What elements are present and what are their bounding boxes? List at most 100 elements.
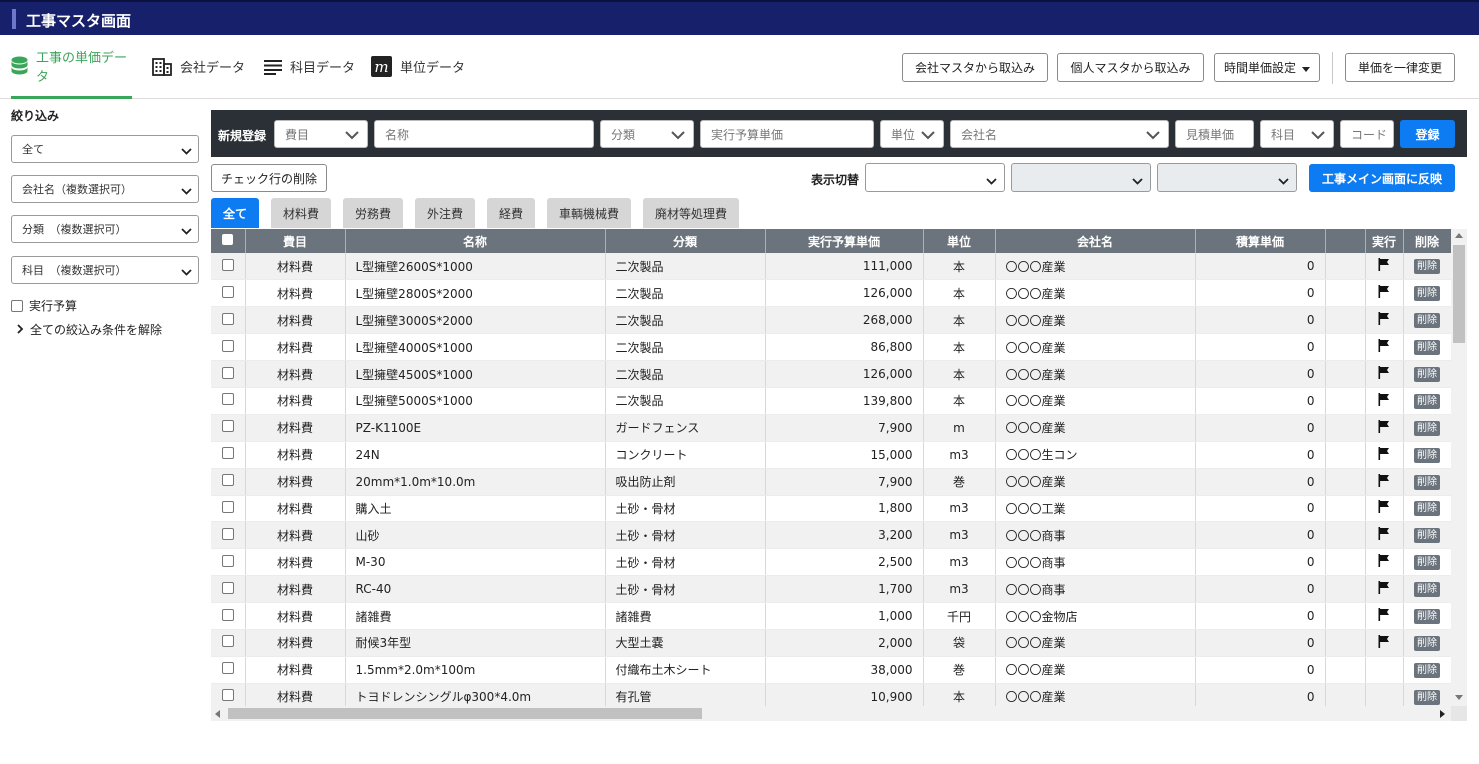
row-checkbox[interactable] (221, 635, 234, 648)
category-select[interactable]: 分類 (600, 120, 694, 148)
cat-tab-waste-disposal[interactable]: 廃材等処理費 (643, 198, 739, 228)
row-delete-button[interactable]: 削除 (1414, 286, 1440, 302)
clear-filters-link[interactable]: 全ての絞込み条件を解除 (17, 321, 162, 338)
filter-subject-select[interactable]: 科目 （複数選択可） (11, 256, 199, 284)
table-row[interactable]: 材料費 L型擁壁2600S*1000 二次製品 111,000 本〇〇〇産業 0 削除 (211, 253, 1452, 281)
horizontal-scroll-thumb[interactable] (228, 708, 702, 719)
cell-execute[interactable] (1365, 602, 1404, 630)
cell-delete[interactable]: 削除 (1403, 602, 1452, 630)
cell-execute[interactable] (1365, 575, 1404, 604)
hourly-price-setting-dropdown[interactable]: 時間単価設定 (1214, 53, 1320, 82)
row-checkbox-cell[interactable] (211, 521, 246, 550)
row-delete-button[interactable]: 削除 (1414, 340, 1440, 356)
flag-icon[interactable] (1378, 419, 1390, 436)
cell-execute[interactable] (1365, 306, 1404, 335)
row-delete-button[interactable]: 削除 (1414, 662, 1440, 678)
cell-delete[interactable]: 削除 (1403, 360, 1452, 388)
cost-type-select[interactable]: 費目 (274, 120, 368, 148)
select-all-checkbox-header[interactable] (211, 229, 246, 253)
row-checkbox[interactable] (221, 689, 234, 702)
row-checkbox[interactable] (221, 447, 234, 460)
table-row[interactable]: 材料費 1.5mm*2.0m*100m 付織布土木シート 38,000 巻〇〇〇産業 0 削… (211, 656, 1452, 684)
table-row[interactable]: 材料費 20mm*1.0m*10.0m 吸出防止剤 7,900 巻〇〇〇産業 0 削除 (211, 468, 1452, 496)
cat-tab-material[interactable]: 材料費 (271, 198, 331, 228)
table-row[interactable]: 材料費 耐候3年型 大型土嚢 2,000 袋〇〇〇産業 0 削除 (211, 629, 1452, 657)
row-delete-button[interactable]: 削除 (1414, 635, 1440, 651)
row-checkbox[interactable] (221, 554, 234, 567)
flag-icon[interactable] (1378, 581, 1390, 597)
cell-execute[interactable] (1365, 360, 1404, 388)
bulk-price-change-button[interactable]: 単価を一律変更 (1345, 53, 1455, 82)
filter-category-select[interactable]: 分類 （複数選択可） (11, 215, 199, 243)
row-checkbox[interactable] (221, 420, 234, 433)
row-delete-button[interactable]: 削除 (1414, 555, 1440, 571)
row-checkbox[interactable] (221, 312, 234, 325)
table-row[interactable]: 材料費 PZ-K1100E ガードフェンス 7,900 m 〇〇〇産業 0 削除 (211, 414, 1452, 442)
row-delete-button[interactable]: 削除 (1414, 447, 1440, 463)
row-checkbox[interactable] (221, 285, 234, 298)
cell-delete[interactable]: 削除 (1403, 279, 1452, 308)
tab-unit-data[interactable]: m 単位データ (371, 35, 467, 98)
cat-tab-labor[interactable]: 労務費 (343, 198, 403, 228)
table-row[interactable]: 材料費 RC-40 土砂・骨材 1,700 m3 〇〇〇商事 0 削除 (211, 575, 1452, 604)
row-checkbox[interactable] (221, 339, 234, 352)
row-checkbox-cell[interactable] (211, 387, 246, 415)
flag-icon[interactable] (1378, 473, 1390, 490)
row-checkbox-cell[interactable] (211, 629, 246, 657)
row-delete-button[interactable]: 削除 (1414, 474, 1440, 490)
tab-unit-price-data[interactable]: 工事の単価データ (11, 35, 132, 99)
cell-execute[interactable] (1365, 441, 1404, 469)
scroll-left-arrow-icon[interactable] (215, 710, 220, 718)
row-checkbox-cell[interactable] (211, 279, 246, 308)
row-delete-button[interactable]: 削除 (1414, 582, 1440, 598)
budget-checkbox[interactable] (11, 299, 23, 312)
row-delete-button[interactable]: 削除 (1414, 259, 1440, 275)
register-button[interactable]: 登録 (1400, 120, 1455, 148)
row-checkbox-cell[interactable] (211, 253, 246, 281)
row-checkbox-cell[interactable] (211, 656, 246, 684)
row-delete-button[interactable]: 削除 (1414, 367, 1440, 382)
cat-tab-vehicle-machinery[interactable]: 車輌機械費 (547, 198, 631, 228)
row-checkbox[interactable] (221, 581, 234, 594)
row-checkbox-cell[interactable] (211, 468, 246, 496)
flag-icon[interactable] (1378, 392, 1390, 409)
cell-execute[interactable] (1365, 387, 1404, 415)
row-delete-button[interactable]: 削除 (1414, 313, 1440, 329)
budget-price-input[interactable]: 実行予算単価 (700, 120, 874, 148)
row-checkbox[interactable] (221, 474, 234, 487)
cell-execute[interactable] (1365, 414, 1404, 442)
cell-execute[interactable] (1365, 548, 1404, 577)
flag-icon[interactable] (1378, 554, 1390, 570)
row-checkbox[interactable] (221, 500, 234, 513)
cell-delete[interactable]: 削除 (1403, 468, 1452, 496)
flag-icon[interactable] (1378, 446, 1390, 463)
budget-checkbox-row[interactable]: 実行予算 (11, 297, 77, 314)
cell-delete[interactable]: 削除 (1403, 629, 1452, 657)
cell-delete[interactable]: 削除 (1403, 575, 1452, 604)
delete-checked-rows-button[interactable]: チェック行の削除 (211, 164, 327, 192)
cell-execute[interactable] (1365, 521, 1404, 550)
cell-execute[interactable] (1365, 333, 1404, 362)
cell-execute[interactable] (1365, 279, 1404, 308)
cell-delete[interactable]: 削除 (1403, 495, 1452, 523)
estimate-price-input[interactable]: 見積単価 (1175, 120, 1254, 148)
row-delete-button[interactable]: 削除 (1414, 689, 1440, 705)
flag-icon[interactable] (1378, 634, 1390, 651)
cell-delete[interactable]: 削除 (1403, 253, 1452, 281)
cell-delete[interactable]: 削除 (1403, 306, 1452, 335)
name-input[interactable]: 名称 (374, 120, 594, 148)
cell-delete[interactable]: 削除 (1403, 414, 1452, 442)
row-checkbox[interactable] (221, 608, 234, 621)
table-row[interactable]: 材料費 山砂 土砂・骨材 3,200 m3 〇〇〇商事 0 削除 (211, 521, 1452, 550)
display-switch-select-1[interactable] (865, 163, 1005, 192)
table-row[interactable]: 材料費 L型擁壁3000S*2000 二次製品 268,000 本〇〇〇産業 0 削除 (211, 306, 1452, 335)
cell-delete[interactable]: 削除 (1403, 683, 1452, 706)
row-delete-button[interactable]: 削除 (1414, 393, 1440, 409)
unit-select[interactable]: 単位 (880, 120, 944, 148)
cat-tab-all[interactable]: 全て (211, 198, 259, 228)
tab-company-data[interactable]: 会社データ (152, 35, 252, 98)
cell-execute[interactable] (1365, 629, 1404, 657)
scroll-right-arrow-icon[interactable] (1440, 710, 1445, 718)
row-delete-button[interactable]: 削除 (1414, 609, 1440, 625)
row-checkbox-cell[interactable] (211, 548, 246, 577)
